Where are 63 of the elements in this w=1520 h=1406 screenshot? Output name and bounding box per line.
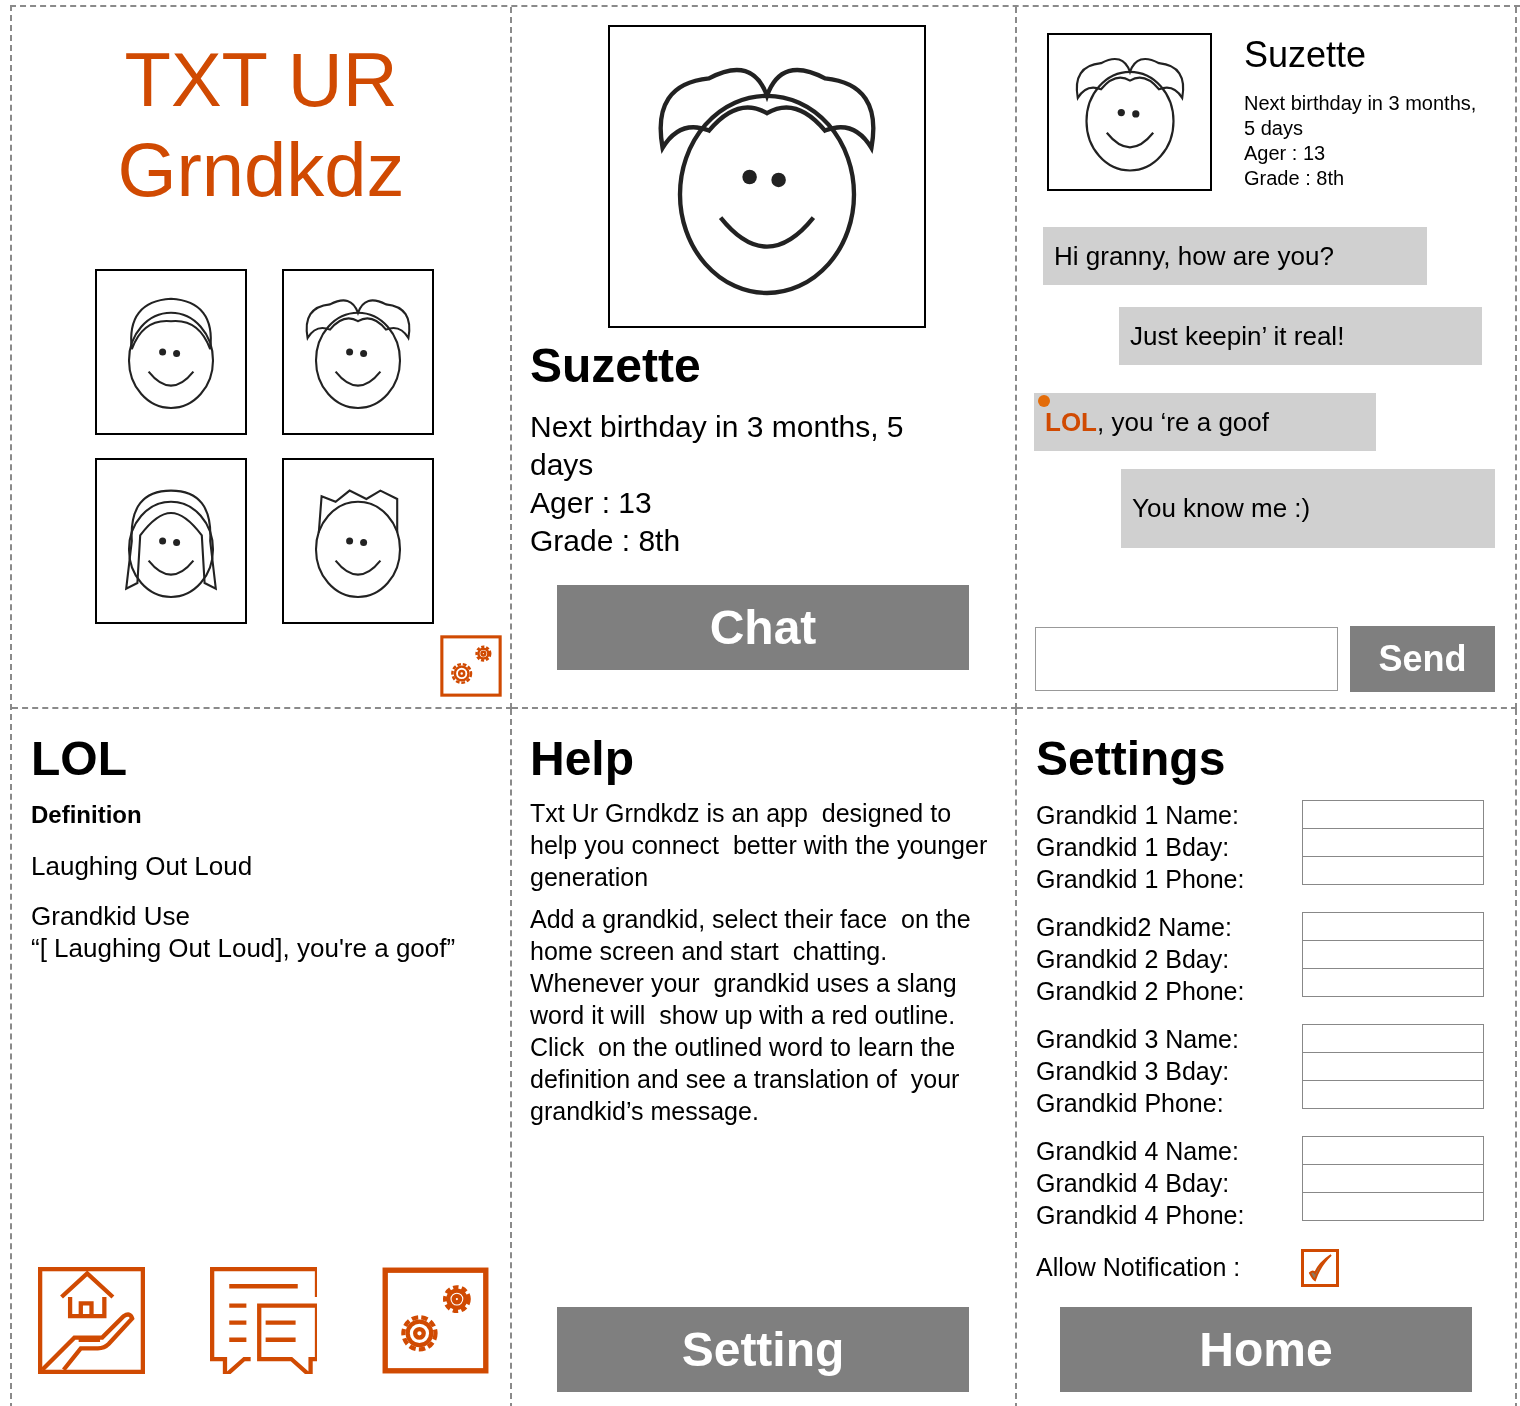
grandkid-detail: Ager : 13 <box>530 485 653 521</box>
text-input-field[interactable] <box>1302 1024 1484 1053</box>
help-paragraph: Txt Ur Grndkdz is an app designed to help you connect better with the younger generation <box>530 798 989 893</box>
notification-checkbox[interactable] <box>1301 1249 1339 1287</box>
contact-detail: 5 days <box>1244 116 1304 141</box>
usage-heading: Grandkid Use <box>31 900 191 932</box>
field-label: Grandkid 3 Bday: <box>1036 1056 1231 1087</box>
text-input-field[interactable] <box>1302 1192 1484 1221</box>
field-label: Grandkid 3 Name: <box>1036 1024 1240 1055</box>
definition-text: Laughing Out Loud <box>31 850 254 883</box>
field-label: Grandkid 1 Phone: <box>1036 864 1246 895</box>
grandkid-tile[interactable] <box>282 458 434 624</box>
contact-detail: Grade : 8th <box>1244 166 1346 191</box>
notification-label: Allow Notification : <box>1036 1252 1242 1284</box>
text-input-field[interactable] <box>1302 968 1484 997</box>
text-input-field[interactable] <box>1302 1164 1484 1193</box>
field-label: Grandkid 1 Name: <box>1036 800 1240 831</box>
grandkid-tile[interactable] <box>95 269 247 435</box>
slang-term-title: LOL <box>31 731 128 787</box>
text-input-field[interactable] <box>1302 856 1484 885</box>
field-label: Grandkid Phone: <box>1036 1088 1225 1119</box>
field-label: Grandkid 4 Phone: <box>1036 1200 1246 1231</box>
send-button[interactable]: Send <box>1350 626 1495 692</box>
help-paragraph: Add a grandkid, select their face on the home screen and start chatting. Whenever your grandkid uses a slang word it will show up with a red outline. Click on the outlined word to learn the definition and see a translation of your grandkid’s message. <box>530 904 972 1127</box>
contact-detail: Ager : 13 <box>1244 141 1327 166</box>
chat-bubbles-icon[interactable] <box>210 1267 317 1374</box>
message-bubble: Hi granny, how are you? <box>1043 227 1427 285</box>
definition-heading: Definition <box>31 800 143 830</box>
text-input-field[interactable] <box>1302 1080 1484 1109</box>
message-bubble: Just keepin’ it real! <box>1119 307 1482 365</box>
settings-icon[interactable] <box>382 1267 489 1374</box>
contact-detail: Next birthday in 3 months, <box>1244 91 1477 116</box>
text-input-field[interactable] <box>1302 940 1484 969</box>
grandkid-tile[interactable] <box>95 458 247 624</box>
app-title: TXT UR <box>124 36 398 124</box>
message-bubble: You know me :) <box>1121 469 1495 548</box>
text-input-field[interactable] <box>1302 1136 1484 1165</box>
text-input-field[interactable] <box>1302 1052 1484 1081</box>
home-button[interactable]: Home <box>1060 1307 1472 1392</box>
field-label: Grandkid 2 Bday: <box>1036 944 1231 975</box>
settings-title: Settings <box>1036 731 1227 787</box>
field-label: Grandkid 1 Bday: <box>1036 832 1231 863</box>
text-input-field[interactable] <box>1302 912 1484 941</box>
setting-button[interactable]: Setting <box>557 1307 969 1392</box>
help-title: Help <box>530 731 635 787</box>
chat-button[interactable]: Chat <box>557 585 969 670</box>
text-input-field[interactable] <box>1302 800 1484 829</box>
home-in-hand-icon[interactable] <box>38 1267 145 1374</box>
message-input-field[interactable] <box>1035 627 1338 691</box>
app-title: Grndkdz <box>117 126 405 214</box>
field-label: Grandkid 4 Bday: <box>1036 1168 1231 1199</box>
grandkid-tile[interactable] <box>282 269 434 435</box>
usage-text: “[ Laughing Out Loud], you're a goof” <box>31 932 457 964</box>
field-label: Grandkid2 Name: <box>1036 912 1233 943</box>
field-label: Grandkid 2 Phone: <box>1036 976 1246 1007</box>
settings-icon[interactable] <box>440 635 502 697</box>
text-input-field[interactable] <box>1302 828 1484 857</box>
grandkid-detail: Grade : 8th <box>530 523 682 559</box>
chat-contact-name: Suzette <box>1244 33 1368 77</box>
grandkid-detail: Next birthday in 3 months, 5 days <box>530 409 905 483</box>
message-bubble: LOL, you ‘re a goof <box>1034 393 1376 451</box>
grandkid-name: Suzette <box>530 338 702 394</box>
field-label: Grandkid 4 Name: <box>1036 1136 1240 1167</box>
